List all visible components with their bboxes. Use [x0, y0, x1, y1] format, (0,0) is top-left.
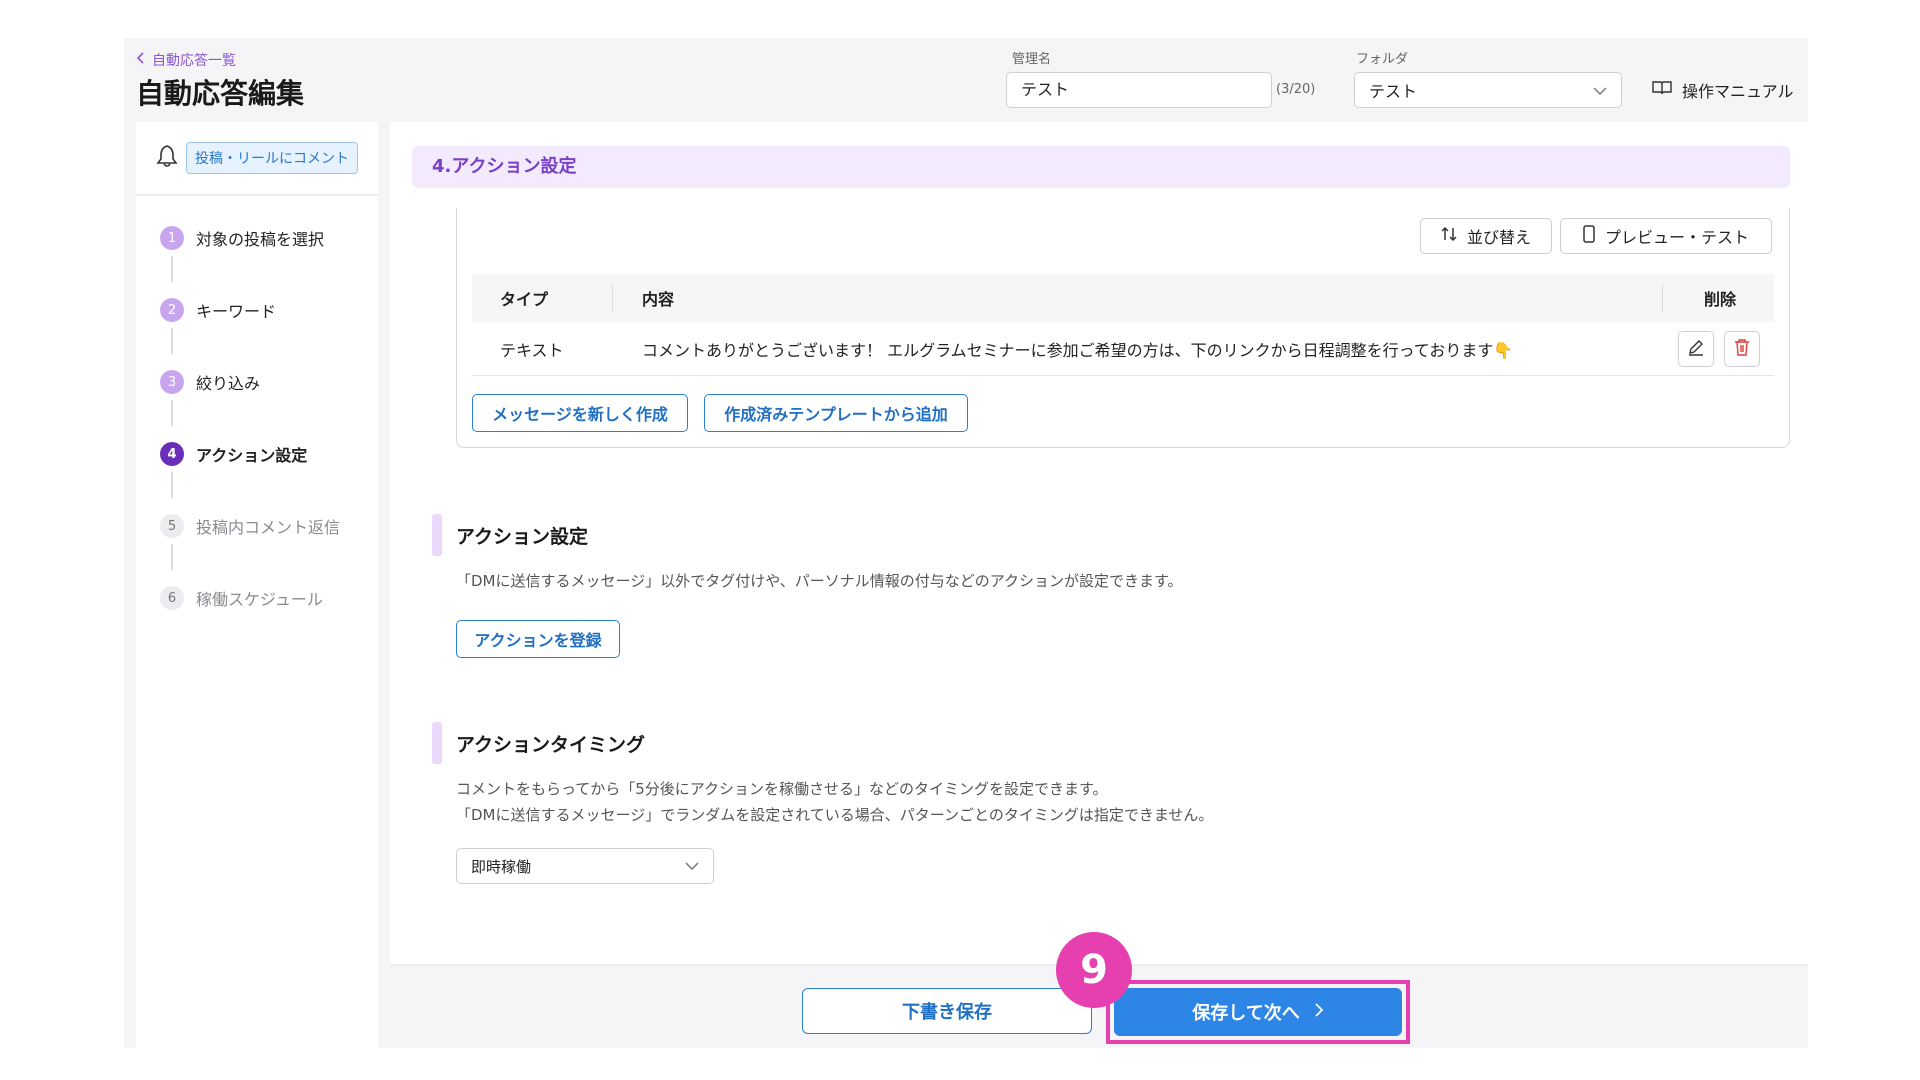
new-message-button[interactable]: メッセージを新しく作成 [472, 394, 688, 432]
step-label: 投稿内コメント返信 [196, 518, 341, 537]
save-draft-button[interactable]: 下書き保存 [802, 988, 1092, 1034]
step-item-1[interactable]: 1 対象の投稿を選択 [160, 226, 324, 250]
chevron-right-icon [1314, 1002, 1324, 1023]
smartphone-icon [1583, 225, 1595, 247]
step-label: アクション設定 [196, 446, 308, 465]
manual-link[interactable]: 操作マニュアル [1652, 78, 1794, 102]
step-connector [171, 256, 173, 282]
save-next-label: 保存して次へ [1192, 1003, 1300, 1024]
register-action-button[interactable]: アクションを登録 [456, 620, 620, 658]
edit-button[interactable] [1678, 331, 1714, 367]
action-timing-description: コメントをもらってから「5分後にアクションを稼働させる」などのタイミングを設定で… [456, 780, 1108, 798]
save-and-next-button[interactable]: 保存して次へ [1114, 988, 1402, 1036]
step-label: キーワード [196, 302, 277, 321]
trigger-badge: 投稿・リールにコメント [186, 142, 358, 174]
row-type: テキスト [500, 340, 564, 360]
timing-select[interactable]: 即時稼働 [456, 848, 714, 884]
step-number: 2 [160, 298, 184, 322]
admin-name-counter: (3/20) [1276, 82, 1316, 97]
table-row: テキスト コメントありがとうございます！ エルグラムセミナーに参加ご希望の方は、… [472, 322, 1774, 376]
step-item-2[interactable]: 2 キーワード [160, 298, 276, 322]
column-header-type: タイプ [500, 290, 549, 309]
chevron-left-icon [136, 52, 146, 68]
section-accent-bar [432, 722, 442, 764]
step-connector [171, 328, 173, 354]
page-title: 自動応答編集 [136, 77, 305, 110]
sort-arrows-icon [1441, 226, 1457, 246]
sidebar: 投稿・リールにコメント 1 対象の投稿を選択 2 キーワード 3 絞り込み 4 … [136, 122, 378, 1048]
chevron-down-icon [685, 857, 699, 875]
column-divider [612, 284, 613, 312]
step-connector [171, 400, 173, 426]
section-accent-bar [432, 514, 442, 556]
action-settings-description: 「DMに送信するメッセージ」以外でタグ付けや、パーソナル情報の付与などのアクショ… [456, 572, 1183, 590]
chevron-down-icon [1593, 81, 1607, 100]
sort-button-label: 並び替え [1466, 228, 1531, 247]
bell-icon [156, 144, 178, 172]
step-number: 4 [160, 442, 184, 466]
column-header-content: 内容 [642, 290, 675, 309]
pencil-icon [1687, 338, 1705, 360]
step-marker-badge: 9 [1056, 932, 1132, 1008]
section-title: 4.アクション設定 [412, 146, 1790, 188]
step-label: 絞り込み [196, 374, 261, 393]
step-item-5[interactable]: 5 投稿内コメント返信 [160, 514, 340, 538]
action-timing-note: 「DMに送信するメッセージ」でランダムを設定されている場合、パターンごとのタイミ… [456, 806, 1214, 824]
step-item-3[interactable]: 3 絞り込み [160, 370, 260, 394]
column-header-delete: 削除 [1704, 290, 1737, 309]
step-connector [171, 472, 173, 498]
sidebar-trigger: 投稿・リールにコメント [136, 122, 378, 196]
preview-test-button[interactable]: プレビュー・テスト [1560, 218, 1772, 254]
folder-select-value: テスト [1369, 82, 1418, 101]
preview-button-label: プレビュー・テスト [1604, 228, 1749, 247]
add-from-template-button[interactable]: 作成済みテンプレートから追加 [704, 394, 968, 432]
step-number: 3 [160, 370, 184, 394]
action-settings-title: アクション設定 [456, 526, 589, 548]
step-item-4[interactable]: 4 アクション設定 [160, 442, 307, 466]
folder-label: フォルダ [1356, 52, 1409, 67]
sort-button[interactable]: 並び替え [1420, 218, 1552, 254]
delete-button[interactable] [1724, 331, 1760, 367]
manual-label: 操作マニュアル [1682, 82, 1794, 101]
column-divider [1662, 284, 1663, 312]
table-header: タイプ 内容 削除 [472, 274, 1774, 322]
back-link[interactable]: 自動応答一覧 [136, 50, 236, 70]
back-link-label: 自動応答一覧 [152, 53, 236, 69]
step-item-6[interactable]: 6 稼働スケジュール [160, 586, 323, 610]
admin-name-input[interactable]: テスト [1006, 72, 1272, 108]
step-number: 1 [160, 226, 184, 250]
action-timing-title: アクションタイミング [456, 734, 646, 756]
step-connector [171, 544, 173, 570]
folder-select[interactable]: テスト [1354, 72, 1622, 108]
step-number: 5 [160, 514, 184, 538]
step-label: 対象の投稿を選択 [196, 230, 325, 249]
admin-name-label: 管理名 [1012, 52, 1052, 67]
timing-select-value: 即時稼働 [471, 857, 532, 876]
book-icon [1652, 80, 1672, 100]
trash-icon [1734, 338, 1750, 360]
row-content: コメントありがとうございます！ エルグラムセミナーに参加ご希望の方は、下のリンク… [642, 340, 1514, 360]
step-number: 6 [160, 586, 184, 610]
step-label: 稼働スケジュール [196, 590, 323, 609]
